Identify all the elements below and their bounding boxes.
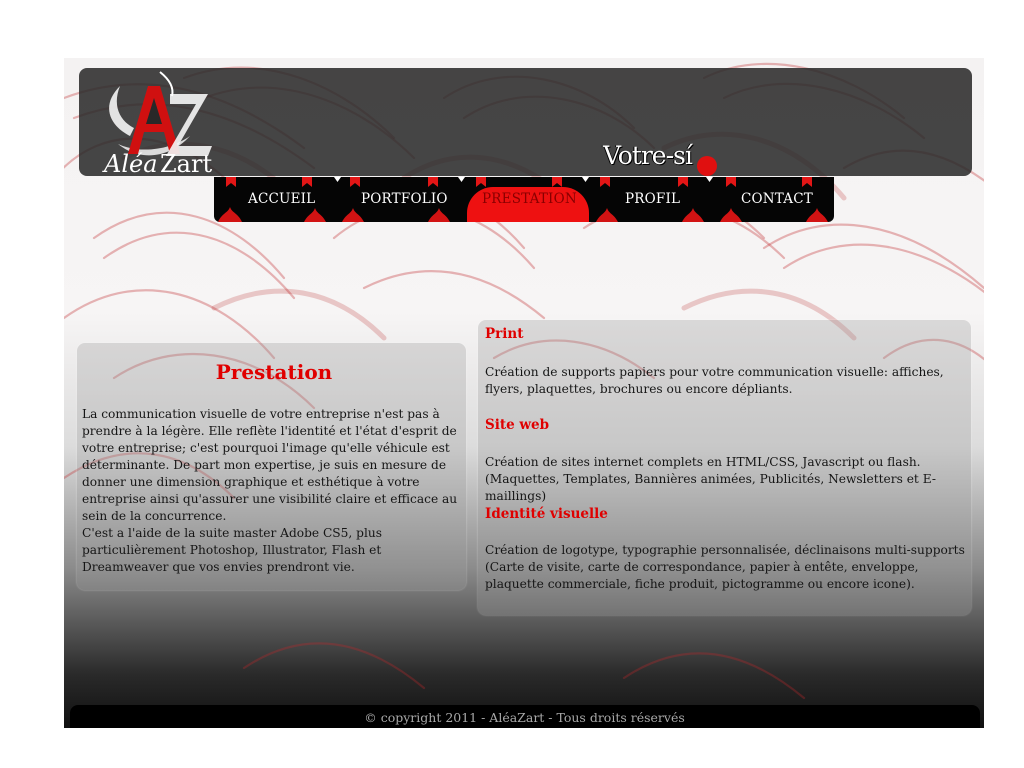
- service-text-siteweb: Création de sites internet complets en H…: [485, 455, 936, 503]
- service-text-identite: Création de logotype, typographie person…: [485, 543, 965, 591]
- svg-text:Aléa: Aléa: [102, 150, 158, 178]
- page-title: Prestation: [215, 360, 333, 384]
- service-text-print: Création de supports papiers pour votre …: [485, 365, 944, 396]
- footer-copyright: © copyright 2011 - AléaZart - Tous droit…: [364, 710, 685, 725]
- intro-paragraph-tools: C'est a l'aide de la suite master Adobe …: [82, 526, 382, 574]
- svg-text:Zart: Zart: [160, 150, 212, 178]
- header-slogan: Votre-sí: [603, 141, 693, 170]
- service-title-siteweb: Site web: [485, 417, 550, 433]
- nav-item-contact[interactable]: CONTACT: [741, 191, 813, 207]
- nav-item-prestation[interactable]: PRESTATION: [482, 191, 577, 207]
- nav-item-accueil[interactable]: ACCUEIL: [248, 191, 315, 207]
- nav-item-portfolio[interactable]: PORTFOLIO: [361, 191, 448, 207]
- slogan-dot: [697, 156, 717, 176]
- aleazart-logo[interactable]: Aléa Zart: [100, 66, 230, 180]
- main-navigation: ACCUEIL PORTFOLIO PRESTATION PROFIL CONT…: [214, 177, 834, 222]
- service-title-print: Print: [485, 326, 524, 342]
- nav-item-profil[interactable]: PROFIL: [625, 191, 680, 207]
- service-title-identite: Identité visuelle: [485, 506, 608, 522]
- intro-paragraph: La communication visuelle de votre entre…: [82, 407, 458, 523]
